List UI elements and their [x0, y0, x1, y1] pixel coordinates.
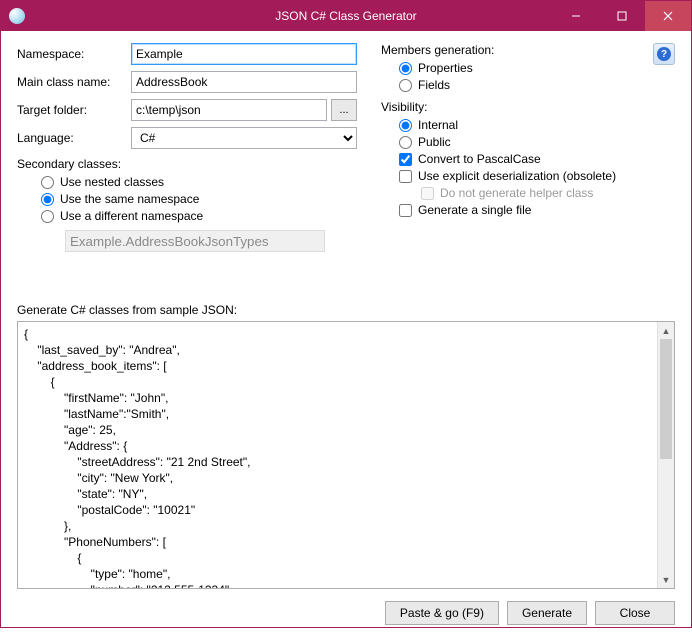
pascal-label: Convert to PascalCase — [418, 152, 541, 166]
fields-radio[interactable] — [399, 79, 412, 92]
scrollbar[interactable]: ▲ ▼ — [657, 322, 674, 588]
namespace-input[interactable] — [131, 43, 357, 65]
minimize-button[interactable] — [553, 1, 599, 31]
paste-go-button[interactable]: Paste & go (F9) — [385, 601, 499, 625]
window-controls — [553, 1, 691, 31]
secondary-label: Secondary classes: — [17, 157, 357, 171]
close-button[interactable] — [645, 1, 691, 31]
language-select[interactable]: C# — [131, 127, 357, 149]
singlefile-label: Generate a single file — [418, 203, 531, 217]
scroll-thumb[interactable] — [660, 339, 672, 459]
internal-radio[interactable] — [399, 119, 412, 132]
explicit-label: Use explicit deserialization (obsolete) — [418, 169, 616, 183]
scroll-down-icon[interactable]: ▼ — [658, 571, 674, 588]
mainclass-input[interactable] — [131, 71, 357, 93]
fields-label: Fields — [418, 78, 450, 92]
titlebar[interactable]: JSON C# Class Generator — [1, 1, 691, 31]
pascal-checkbox[interactable] — [399, 153, 412, 166]
internal-label: Internal — [418, 118, 458, 132]
nested-label: Use nested classes — [60, 175, 164, 189]
diff-namespace-label: Use a different namespace — [60, 209, 203, 223]
app-icon — [9, 8, 25, 24]
target-label: Target folder: — [17, 103, 131, 117]
same-namespace-label: Use the same namespace — [60, 192, 199, 206]
right-column: ? Members generation: Properties Fields … — [381, 43, 675, 291]
generate-button[interactable]: Generate — [507, 601, 587, 625]
singlefile-checkbox[interactable] — [399, 204, 412, 217]
scroll-up-icon[interactable]: ▲ — [658, 322, 674, 339]
nested-radio[interactable] — [41, 176, 54, 189]
public-label: Public — [418, 135, 451, 149]
language-label: Language: — [17, 131, 131, 145]
properties-radio[interactable] — [399, 62, 412, 75]
close-dialog-button[interactable]: Close — [595, 601, 675, 625]
help-button[interactable]: ? — [653, 43, 675, 65]
maximize-button[interactable] — [599, 1, 645, 31]
browse-button[interactable]: ... — [331, 99, 357, 121]
nohelper-label: Do not generate helper class — [440, 186, 593, 200]
explicit-checkbox[interactable] — [399, 170, 412, 183]
nohelper-checkbox — [421, 187, 434, 200]
button-row: Paste & go (F9) Generate Close — [1, 589, 691, 637]
json-label: Generate C# classes from sample JSON: — [1, 303, 691, 317]
json-textarea-container: { "last_saved_by": "Andrea", "address_bo… — [17, 321, 675, 589]
members-label: Members generation: — [381, 43, 675, 57]
diff-namespace-radio[interactable] — [41, 210, 54, 223]
left-column: Namespace: Main class name: Target folde… — [17, 43, 357, 291]
same-namespace-radio[interactable] — [41, 193, 54, 206]
properties-label: Properties — [418, 61, 473, 75]
visibility-label: Visibility: — [381, 100, 675, 114]
help-icon: ? — [657, 47, 671, 61]
public-radio[interactable] — [399, 136, 412, 149]
mainclass-label: Main class name: — [17, 75, 131, 89]
json-textarea[interactable]: { "last_saved_by": "Andrea", "address_bo… — [18, 322, 657, 588]
target-input[interactable] — [131, 99, 327, 121]
diff-namespace-input — [65, 230, 325, 252]
namespace-label: Namespace: — [17, 47, 131, 61]
